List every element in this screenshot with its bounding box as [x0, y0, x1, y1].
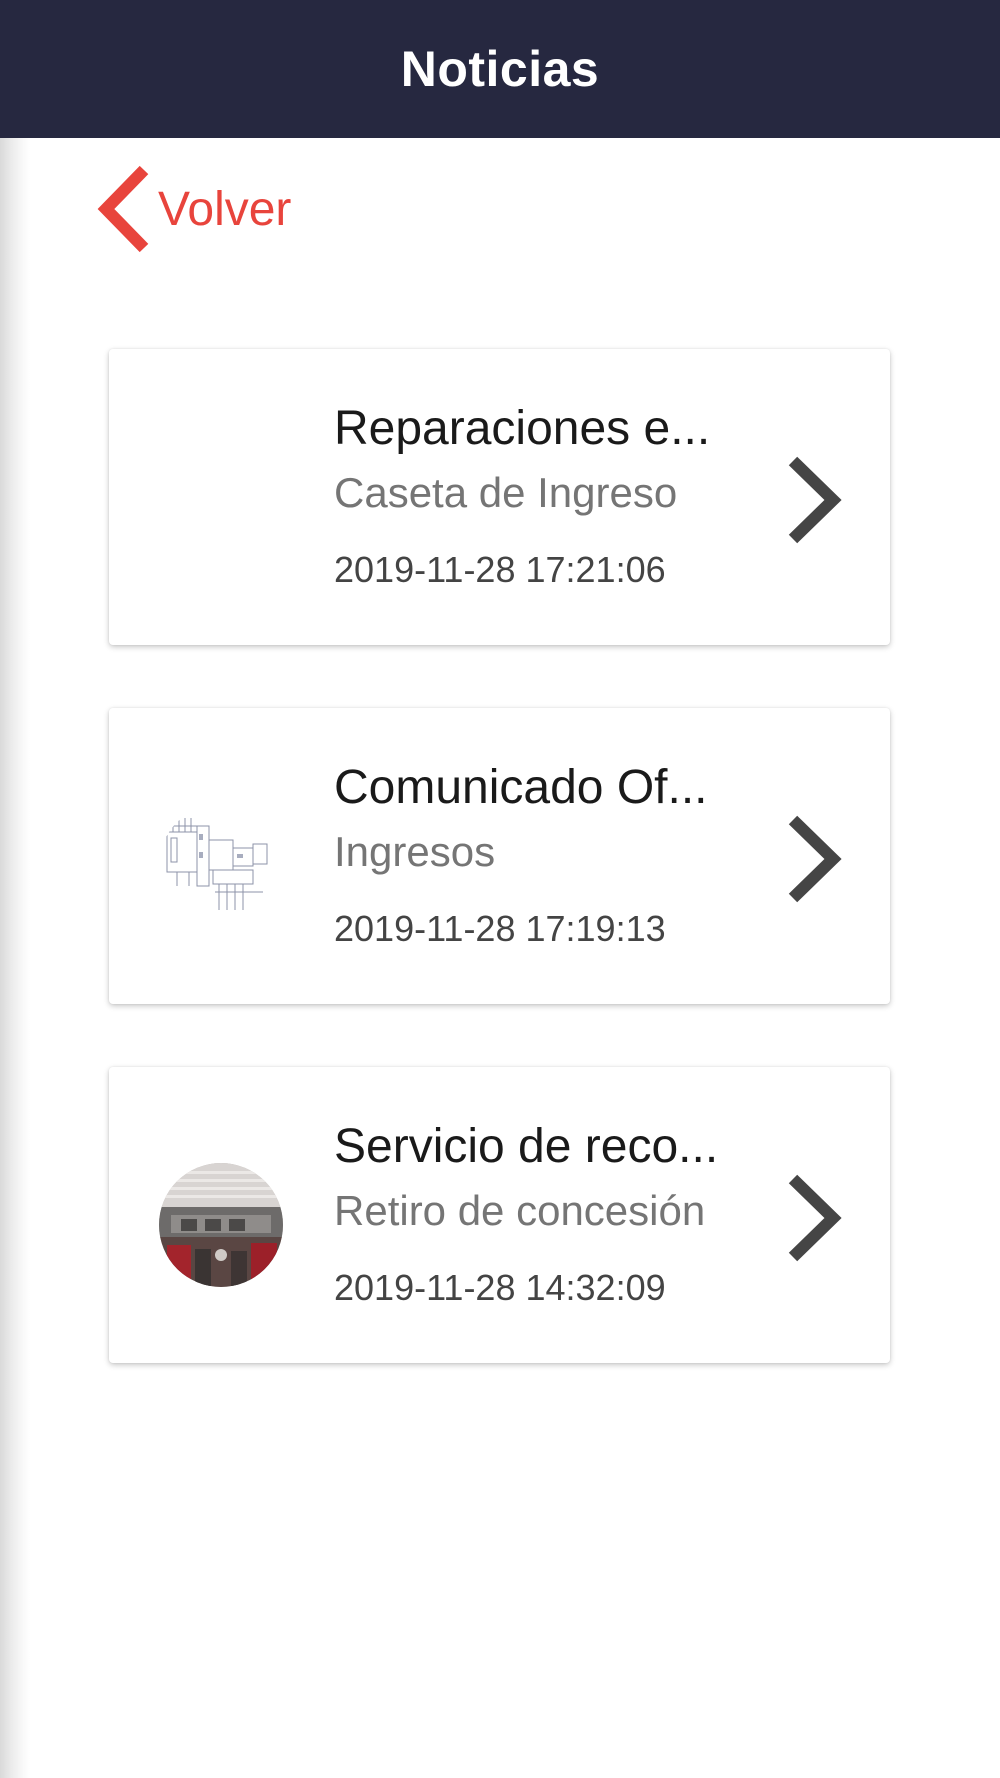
news-card[interactable]: Reparaciones e... Caseta de Ingreso 2019… — [109, 349, 890, 645]
news-title: Comunicado Of... — [334, 761, 708, 814]
news-category: Retiro de concesión — [334, 1187, 706, 1234]
news-date: 2019-11-28 17:19:13 — [334, 908, 666, 949]
chevron-right-icon — [788, 1174, 842, 1262]
chevron-left-icon — [97, 165, 149, 253]
back-label: Volver — [158, 182, 292, 236]
news-thumbnail-plan — [159, 804, 283, 928]
news-date: 2019-11-28 17:21:06 — [334, 549, 666, 590]
side-shadow — [0, 138, 30, 1778]
news-card[interactable]: Servicio de reco... Retiro de concesión … — [109, 1067, 890, 1363]
news-category: Caseta de Ingreso — [334, 469, 678, 516]
news-card[interactable]: Comunicado Of... Ingresos 2019-11-28 17:… — [109, 708, 890, 1004]
page-title: Noticias — [400, 41, 600, 97]
chevron-right-icon — [788, 815, 842, 903]
news-thumbnail-empty — [159, 445, 283, 569]
chevron-right-icon — [788, 456, 842, 544]
back-button[interactable]: Volver — [96, 164, 291, 254]
floor-plan-image — [159, 804, 283, 928]
news-title: Servicio de reco... — [334, 1120, 719, 1173]
app-header: Noticias — [0, 0, 1000, 138]
street-photo-image — [159, 1163, 283, 1287]
news-thumbnail-photo — [159, 1163, 283, 1287]
news-category: Ingresos — [334, 828, 496, 875]
news-title: Reparaciones e... — [334, 402, 711, 455]
news-date: 2019-11-28 14:32:09 — [334, 1267, 666, 1308]
